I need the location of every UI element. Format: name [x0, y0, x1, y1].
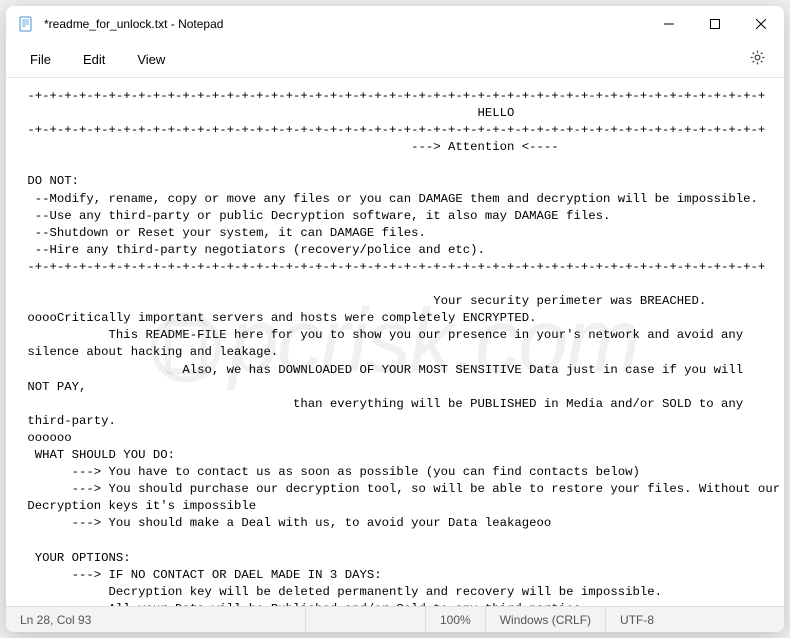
- menu-edit[interactable]: Edit: [67, 46, 121, 73]
- status-encoding: UTF-8: [606, 607, 668, 632]
- gear-icon: [749, 49, 766, 71]
- titlebar: *readme_for_unlock.txt - Notepad: [6, 6, 784, 42]
- settings-button[interactable]: [739, 43, 776, 77]
- window-title: *readme_for_unlock.txt - Notepad: [44, 17, 646, 31]
- menubar: File Edit View: [6, 42, 784, 78]
- minimize-button[interactable]: [646, 6, 692, 42]
- status-line-ending: Windows (CRLF): [486, 607, 606, 632]
- status-cursor-position: Ln 28, Col 93: [6, 607, 306, 632]
- statusbar: Ln 28, Col 93 100% Windows (CRLF) UTF-8: [6, 606, 784, 632]
- status-spacer: [306, 607, 426, 632]
- menu-file[interactable]: File: [14, 46, 67, 73]
- notepad-icon: [18, 16, 34, 32]
- close-button[interactable]: [738, 6, 784, 42]
- maximize-button[interactable]: [692, 6, 738, 42]
- status-zoom[interactable]: 100%: [426, 607, 486, 632]
- menu-view[interactable]: View: [121, 46, 181, 73]
- app-window: *readme_for_unlock.txt - Notepad File Ed…: [6, 6, 784, 632]
- window-buttons: [646, 6, 784, 42]
- text-editor[interactable]: -+-+-+-+-+-+-+-+-+-+-+-+-+-+-+-+-+-+-+-+…: [6, 78, 784, 606]
- editor-area: pcrisk.com -+-+-+-+-+-+-+-+-+-+-+-+-+-+-…: [6, 78, 784, 606]
